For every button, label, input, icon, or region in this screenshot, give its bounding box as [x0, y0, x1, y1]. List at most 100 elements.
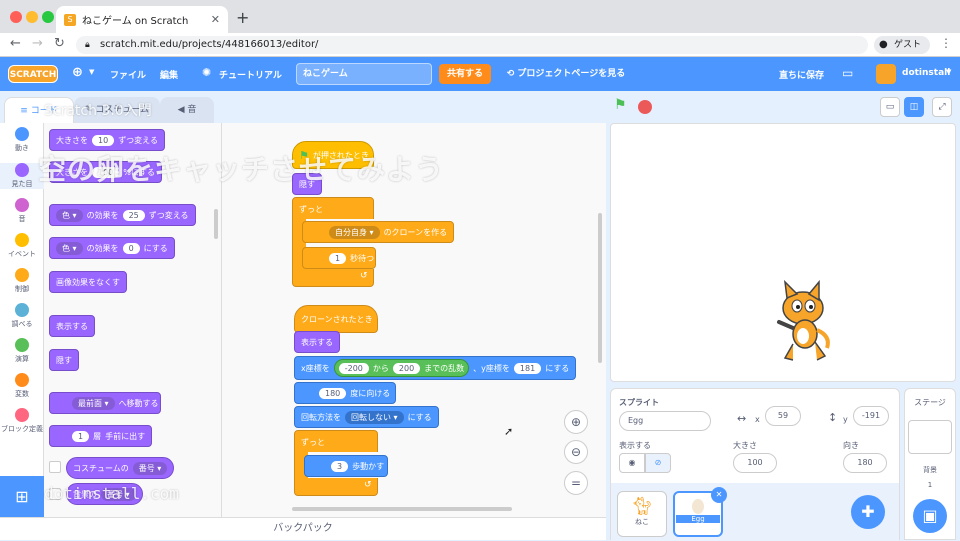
- workspace-vertical-scrollbar[interactable]: [598, 213, 602, 363]
- tab-sounds[interactable]: ◀ 音: [160, 97, 214, 123]
- palette-costume-reporter[interactable]: コスチュームの 番号 ▾: [66, 457, 175, 479]
- palette-hide-block[interactable]: 隠す: [49, 349, 79, 371]
- url-field[interactable]: 🔒︎ scratch.mit.edu/projects/448166013/ed…: [76, 36, 868, 54]
- block-input[interactable]: 181: [513, 362, 542, 374]
- block-input[interactable]: 25: [122, 209, 145, 221]
- effect-dropdown[interactable]: 色 ▾: [56, 208, 83, 222]
- username-menu[interactable]: dotinstall: [902, 68, 950, 78]
- block-input[interactable]: 1: [329, 252, 347, 264]
- block-input[interactable]: 1: [72, 430, 90, 442]
- scratch-logo[interactable]: SCRATCH: [8, 65, 58, 83]
- category-variables[interactable]: 変数: [0, 373, 44, 399]
- size-input[interactable]: 100: [733, 453, 777, 473]
- stage-canvas[interactable]: [610, 123, 956, 382]
- normal-stage-button[interactable]: ◫: [904, 97, 924, 117]
- wait-block[interactable]: 1 秒待つ: [302, 247, 376, 269]
- effect-dropdown[interactable]: 色 ▾: [56, 241, 83, 255]
- add-extension-button[interactable]: ⊞: [0, 476, 44, 517]
- create-clone-block[interactable]: 自分自身 ▾ のクローンを作る: [302, 221, 454, 243]
- set-rotation-style-block[interactable]: 回転方法を 回転しない ▾ にする: [294, 406, 439, 428]
- block-input[interactable]: 180: [319, 387, 347, 399]
- workspace-horizontal-scrollbar[interactable]: [292, 507, 512, 511]
- costume-number-checkbox[interactable]: [49, 461, 61, 473]
- block-input[interactable]: 0: [122, 242, 140, 254]
- globe-icon[interactable]: ⊕: [72, 65, 83, 80]
- save-now-button[interactable]: 直ちに保存: [779, 68, 824, 81]
- layer-dropdown[interactable]: 最前面 ▾: [72, 396, 115, 410]
- small-stage-button[interactable]: ▭: [880, 97, 900, 117]
- category-dot-icon: [15, 338, 29, 352]
- user-caret-icon[interactable]: ▼: [946, 68, 951, 76]
- stage-thumbnail[interactable]: [908, 420, 952, 454]
- delete-sprite-icon[interactable]: ✕: [711, 487, 727, 503]
- minimize-window-button[interactable]: [26, 11, 38, 23]
- overlay-course-title: Scratch 3.0入門: [44, 103, 152, 119]
- tab-close-icon[interactable]: ✕: [211, 13, 220, 26]
- clone-target-dropdown[interactable]: 自分自身 ▾: [329, 225, 380, 239]
- palette-scrollbar[interactable]: [214, 209, 218, 239]
- backpack-bar[interactable]: バックパック: [0, 517, 606, 540]
- browser-menu-icon[interactable]: ⋮: [940, 36, 952, 50]
- add-backdrop-button[interactable]: ▣: [913, 499, 947, 533]
- y-position-input[interactable]: -191: [853, 406, 889, 426]
- maximize-window-button[interactable]: [42, 11, 54, 23]
- share-button[interactable]: 共有する: [439, 64, 491, 84]
- category-my-blocks[interactable]: ブロック定義: [0, 408, 44, 435]
- browser-tab[interactable]: S ねこゲーム on Scratch ✕: [56, 6, 228, 33]
- fullscreen-button[interactable]: ⤢: [932, 97, 952, 117]
- backdrops-label: 背景: [923, 466, 937, 474]
- palette-change-effect-block[interactable]: 色 ▾ の効果を 25 ずつ変える: [49, 204, 196, 226]
- block-input[interactable]: 3: [331, 460, 349, 472]
- costume-dropdown[interactable]: 番号 ▾: [132, 461, 168, 475]
- palette-clear-effects-block[interactable]: 画像効果をなくす: [49, 271, 127, 293]
- x-position-input[interactable]: 59: [765, 406, 801, 426]
- forward-arrow-icon[interactable]: →: [32, 36, 43, 51]
- zoom-reset-button[interactable]: =: [564, 471, 588, 495]
- tutorial-menu[interactable]: チュートリアル: [219, 68, 282, 81]
- palette-set-effect-block[interactable]: 色 ▾ の効果を 0 にする: [49, 237, 175, 259]
- move-steps-block[interactable]: 3 歩動かす: [304, 455, 388, 477]
- category-control[interactable]: 制御: [0, 268, 44, 294]
- category-operators[interactable]: 演算: [0, 338, 44, 364]
- palette-show-block[interactable]: 表示する: [49, 315, 95, 337]
- palette-change-layer-block[interactable]: 1 層手前に出す: [49, 425, 153, 447]
- sprite-thumb-egg[interactable]: Egg ✕: [673, 487, 727, 537]
- category-sound[interactable]: 音: [0, 198, 44, 224]
- add-sprite-button[interactable]: ✚: [851, 495, 885, 529]
- category-label: 変数: [15, 390, 29, 398]
- rotation-style-dropdown[interactable]: 回転しない ▾: [345, 410, 404, 424]
- see-project-page-button[interactable]: ⟲ プロジェクトページを見る: [498, 64, 634, 84]
- go-to-xy-block[interactable]: x座標を -200 から 200 までの乱数 、y座標を 181 にする: [294, 356, 577, 380]
- zoom-out-button[interactable]: ⊖: [564, 440, 588, 464]
- direction-input[interactable]: 180: [843, 453, 887, 473]
- sprite-thumb-cat[interactable]: 🐈︎ ねこ: [617, 491, 667, 537]
- new-tab-icon[interactable]: +: [236, 8, 249, 27]
- block-input[interactable]: -200: [338, 362, 369, 374]
- close-window-button[interactable]: [10, 11, 22, 23]
- zoom-in-button[interactable]: ⊕: [564, 410, 588, 434]
- language-caret-icon[interactable]: ▼: [89, 68, 94, 76]
- back-arrow-icon[interactable]: ←: [10, 36, 21, 51]
- user-avatar[interactable]: [876, 64, 896, 84]
- hide-sprite-button[interactable]: ⊘: [645, 453, 671, 473]
- block-input[interactable]: 10: [92, 134, 115, 146]
- category-events[interactable]: イベント: [0, 233, 44, 259]
- project-title-input[interactable]: ねこゲーム: [296, 63, 432, 85]
- point-in-direction-block[interactable]: 180 度に向ける: [294, 382, 396, 404]
- palette-go-to-layer-block[interactable]: 最前面 ▾ へ移動する: [49, 392, 161, 414]
- file-menu[interactable]: ファイル: [110, 68, 146, 81]
- edit-menu[interactable]: 編集: [160, 68, 178, 81]
- sprite-name-input[interactable]: Egg: [619, 411, 711, 431]
- show-block[interactable]: 表示する: [294, 331, 340, 353]
- block-input[interactable]: 200: [392, 362, 421, 374]
- green-flag-button[interactable]: ⚑: [614, 97, 627, 113]
- when-cloned-hat[interactable]: クローンされたとき: [294, 305, 378, 333]
- stop-button[interactable]: [638, 100, 652, 114]
- my-stuff-folder-icon[interactable]: ▭: [842, 66, 853, 80]
- backdrops-count: 1: [927, 481, 933, 489]
- pick-random-block[interactable]: -200 から 200 までの乱数: [333, 359, 470, 377]
- show-sprite-button[interactable]: ◉: [619, 453, 645, 473]
- profile-button[interactable]: ● ゲスト: [874, 36, 930, 54]
- reload-icon[interactable]: ↻: [54, 36, 65, 51]
- category-sensing[interactable]: 調べる: [0, 303, 44, 329]
